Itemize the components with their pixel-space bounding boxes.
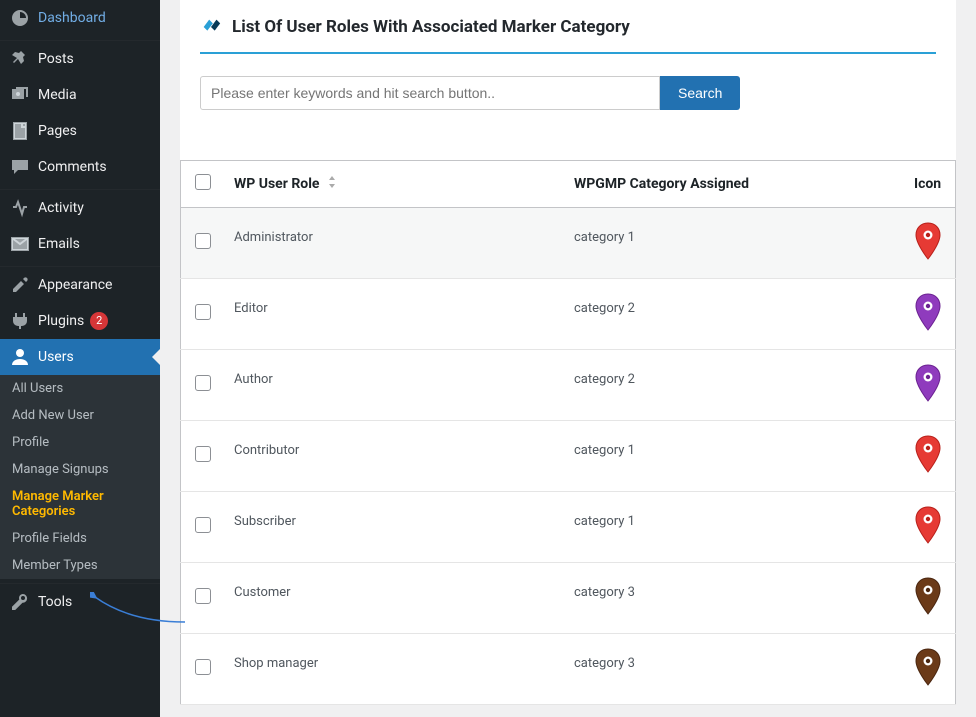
menu-appearance[interactable]: Appearance: [0, 267, 160, 303]
email-icon: [10, 234, 30, 254]
role-cell[interactable]: Shop manager: [234, 656, 318, 671]
submenu-profile[interactable]: Profile: [0, 429, 160, 456]
dashboard-icon: [10, 8, 30, 28]
table-row: Administrator category 1: [181, 208, 956, 279]
menu-posts[interactable]: Posts: [0, 41, 160, 77]
table-row: Author category 2: [181, 350, 956, 421]
menu-label: Posts: [38, 51, 74, 67]
marker-icon: [914, 675, 942, 690]
users-submenu: All Users Add New User Profile Manage Si…: [0, 375, 160, 579]
panel-logo-icon: [200, 16, 222, 38]
plugins-icon: [10, 311, 30, 331]
role-cell[interactable]: Author: [234, 372, 273, 387]
col-icon: Icon: [904, 161, 956, 208]
role-cell[interactable]: Customer: [234, 585, 291, 600]
menu-label: Plugins: [38, 313, 84, 329]
marker-icon: [914, 249, 942, 264]
role-cell[interactable]: Subscriber: [234, 514, 296, 529]
menu-dashboard[interactable]: Dashboard: [0, 0, 160, 36]
menu-label: Pages: [38, 123, 77, 139]
table-row: Subscriber category 1: [181, 492, 956, 563]
row-checkbox[interactable]: [195, 233, 211, 249]
appearance-icon: [10, 275, 30, 295]
menu-label: Appearance: [38, 277, 112, 293]
pin-icon: [10, 49, 30, 69]
panel: List Of User Roles With Associated Marke…: [180, 0, 956, 160]
category-cell: category 3: [574, 585, 635, 600]
marker-icon: [914, 391, 942, 406]
submenu-member-types[interactable]: Member Types: [0, 552, 160, 579]
submenu-profile-fields[interactable]: Profile Fields: [0, 525, 160, 552]
table-row: Contributor category 1: [181, 421, 956, 492]
category-cell: category 2: [574, 301, 635, 316]
category-cell: category 3: [574, 656, 635, 671]
menu-label: Tools: [38, 594, 72, 610]
category-cell: category 1: [574, 514, 635, 529]
row-checkbox[interactable]: [195, 659, 211, 675]
row-checkbox[interactable]: [195, 517, 211, 533]
media-icon: [10, 85, 30, 105]
menu-comments[interactable]: Comments: [0, 149, 160, 185]
table-row: Editor category 2: [181, 279, 956, 350]
menu-users[interactable]: Users: [0, 339, 160, 375]
submenu-manage-signups[interactable]: Manage Signups: [0, 456, 160, 483]
marker-icon: [914, 320, 942, 335]
menu-label: Activity: [38, 200, 84, 216]
menu-emails[interactable]: Emails: [0, 226, 160, 262]
col-role[interactable]: WP User Role: [224, 161, 564, 208]
panel-title-text: List Of User Roles With Associated Marke…: [232, 17, 630, 37]
submenu-manage-marker-categories[interactable]: Manage Marker Categories: [0, 483, 160, 525]
menu-media[interactable]: Media: [0, 77, 160, 113]
comments-icon: [10, 157, 30, 177]
row-checkbox[interactable]: [195, 304, 211, 320]
panel-title: List Of User Roles With Associated Marke…: [200, 16, 936, 54]
category-cell: category 2: [574, 372, 635, 387]
search-input[interactable]: [200, 76, 660, 110]
marker-icon: [914, 604, 942, 619]
row-checkbox[interactable]: [195, 446, 211, 462]
tools-icon: [10, 592, 30, 612]
select-all-checkbox[interactable]: [195, 174, 211, 190]
category-cell: category 1: [574, 230, 635, 245]
table-row: Shop manager category 3: [181, 634, 956, 705]
role-cell[interactable]: Contributor: [234, 443, 299, 458]
marker-icon: [914, 533, 942, 548]
menu-label: Users: [38, 349, 74, 365]
marker-icon: [914, 462, 942, 477]
sort-icon: [327, 176, 337, 191]
row-checkbox[interactable]: [195, 375, 211, 391]
menu-label: Dashboard: [38, 10, 106, 26]
plugins-badge: 2: [90, 312, 108, 330]
submenu-all-users[interactable]: All Users: [0, 375, 160, 402]
row-checkbox[interactable]: [195, 588, 211, 604]
menu-activity[interactable]: Activity: [0, 190, 160, 226]
menu-plugins[interactable]: Plugins 2: [0, 303, 160, 339]
table-row: Customer category 3: [181, 563, 956, 634]
col-category: WPGMP Category Assigned: [564, 161, 904, 208]
menu-pages[interactable]: Pages: [0, 113, 160, 149]
users-icon: [10, 347, 30, 367]
menu-label: Media: [38, 87, 77, 103]
menu-label: Emails: [38, 236, 80, 252]
submenu-add-new-user[interactable]: Add New User: [0, 402, 160, 429]
admin-sidebar: Dashboard Posts Media Pages Commen: [0, 0, 160, 717]
pages-icon: [10, 121, 30, 141]
role-cell[interactable]: Administrator: [234, 230, 313, 245]
role-cell[interactable]: Editor: [234, 301, 268, 316]
roles-table: WP User Role WPGMP Category Assigned Ico…: [180, 160, 956, 705]
menu-label: Comments: [38, 159, 107, 175]
menu-tools[interactable]: Tools: [0, 584, 160, 620]
search-button[interactable]: Search: [660, 76, 740, 110]
activity-icon: [10, 198, 30, 218]
category-cell: category 1: [574, 443, 635, 458]
